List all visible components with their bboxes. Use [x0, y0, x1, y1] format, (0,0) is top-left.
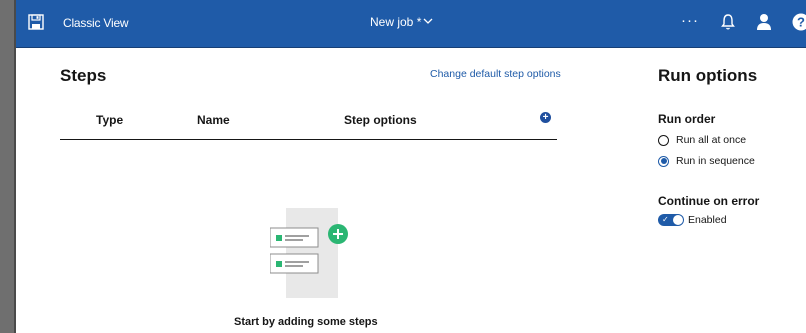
empty-steps-illustration — [270, 208, 348, 298]
radio-label: Run all at once — [676, 134, 747, 146]
check-icon: ✓ — [662, 215, 669, 224]
job-name[interactable]: New job * — [370, 15, 421, 29]
column-header-type: Type — [96, 113, 124, 127]
help-icon[interactable]: ? — [792, 13, 806, 31]
run-order-label: Run order — [658, 112, 716, 126]
radio-label: Run in sequence — [676, 155, 755, 167]
user-icon[interactable] — [756, 13, 772, 31]
classic-view-link[interactable]: Classic View — [63, 16, 129, 30]
empty-state-message: Start by adding some steps — [234, 316, 378, 328]
radio-run-all-at-once[interactable]: Run all at once — [658, 134, 746, 146]
app-window: Classic View New job * ··· ? Steps Chang… — [16, 0, 806, 333]
top-bar: Classic View New job * ··· ? — [16, 0, 806, 48]
more-options-icon[interactable]: ··· — [681, 13, 699, 28]
toggle-knob — [673, 215, 683, 225]
chevron-down-icon[interactable] — [421, 14, 435, 28]
radio-button[interactable] — [658, 134, 669, 146]
steps-title: Steps — [60, 66, 107, 85]
column-header-name: Name — [197, 113, 230, 127]
add-step-button[interactable]: + — [540, 112, 551, 123]
radio-run-in-sequence[interactable]: Run in sequence — [658, 155, 755, 167]
continue-on-error-toggle[interactable]: ✓ — [658, 214, 684, 226]
column-header-step-options: Step options — [344, 113, 417, 127]
run-options-title: Run options — [658, 66, 758, 85]
table-header-divider — [60, 139, 557, 140]
svg-text:?: ? — [797, 15, 805, 30]
bell-icon[interactable] — [720, 13, 736, 31]
change-default-step-options-link[interactable]: Change default step options — [430, 68, 561, 80]
continue-on-error-label: Continue on error — [658, 194, 760, 208]
toggle-state-label: Enabled — [688, 214, 727, 226]
save-icon[interactable] — [28, 14, 44, 30]
radio-button-selected[interactable] — [658, 155, 669, 167]
